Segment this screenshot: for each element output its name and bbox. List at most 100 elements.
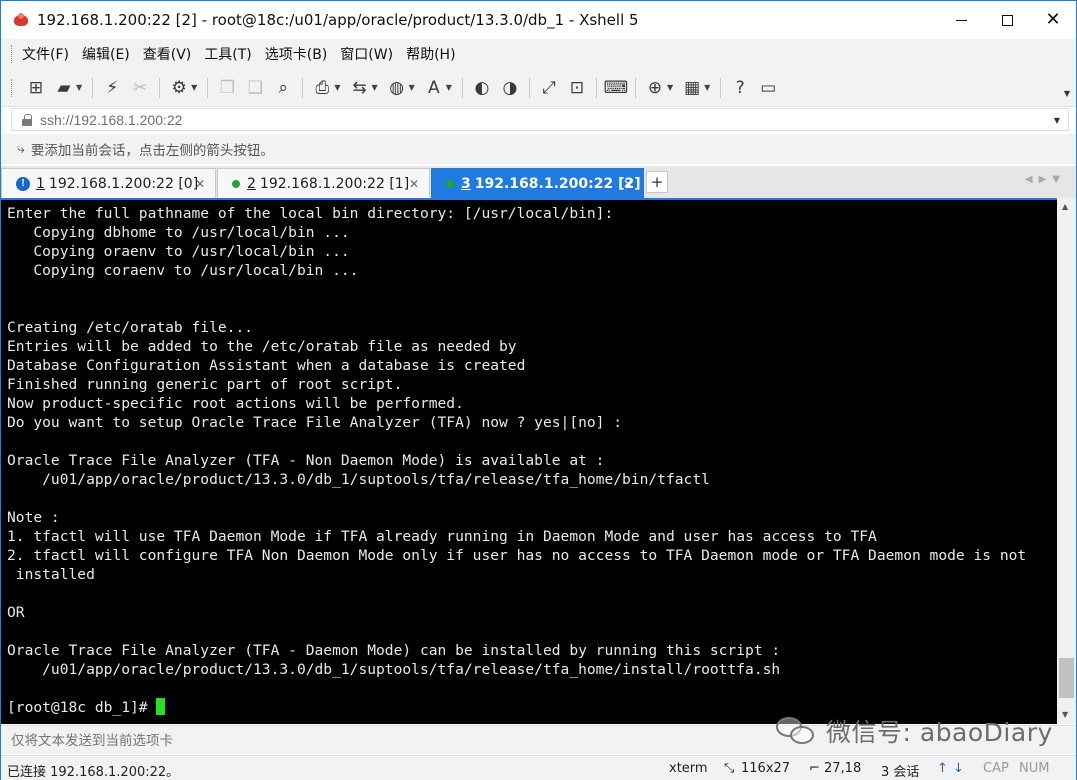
scrollbar-thumb[interactable] [1059, 658, 1074, 698]
arrow-icon[interactable]: ⤷ [17, 141, 25, 157]
open-folder-icon[interactable]: ▰ [53, 77, 75, 99]
terminal-line: /u01/app/oracle/product/13.3.0/db_1/supt… [7, 661, 781, 678]
terminal-line: Oracle Trace File Analyzer (TFA - Daemon… [7, 642, 781, 659]
cursor-position: 27,18 [824, 761, 862, 776]
font-dropdown-icon[interactable]: ▼ [446, 83, 452, 92]
transfer-dropdown-icon[interactable]: ▼ [371, 83, 377, 92]
terminal-line: 2. tfactl will configure TFA Non Daemon … [7, 547, 1027, 564]
menu-grip [11, 45, 14, 63]
close-tab-icon[interactable]: ✕ [409, 177, 419, 191]
xshell-window: 192.168.1.200:22 [2] - root@18c:/u01/app… [0, 0, 1077, 780]
xmanager-icon[interactable]: ◑ [499, 77, 521, 99]
tab-number: 2 [247, 175, 256, 192]
keyboard-icon[interactable]: ⌨ [604, 77, 629, 99]
tab-bar: ! 1 192.168.1.200:22 [0] ✕ 2 192.168.1.2… [1, 166, 1076, 198]
close-button[interactable]: ✕ [1030, 1, 1076, 39]
add-tab-button[interactable]: + [646, 171, 668, 193]
scroll-up-icon[interactable]: ▲ [1062, 202, 1068, 211]
print-icon[interactable]: ⎙ [311, 77, 333, 99]
menu-file[interactable]: 文件(F) [22, 44, 80, 64]
menu-bar: 文件(F) 编辑(E) 查看(V) 工具(T) 选项卡(B) 窗口(W) 帮助(… [1, 39, 1076, 69]
globe-icon[interactable]: ◍ [386, 77, 408, 99]
properties-icon[interactable]: ⚙ [168, 77, 190, 99]
help-icon[interactable]: ? [729, 77, 751, 99]
shell-prompt: [root@18c db_1]# [7, 699, 157, 716]
terminal-scrollbar[interactable]: ▲ ▼ [1057, 198, 1076, 724]
new-tab-icon[interactable]: ⊕ [644, 77, 666, 99]
terminal-line: Now product-specific root actions will b… [7, 395, 464, 412]
print-dropdown-icon[interactable]: ▼ [334, 83, 340, 92]
lock-icon[interactable]: ⊡ [566, 77, 588, 99]
font-icon[interactable]: A [423, 77, 445, 99]
address-dropdown-icon[interactable]: ▼ [1054, 116, 1060, 125]
chat-icon[interactable]: ▭ [757, 77, 779, 99]
properties-dropdown-icon[interactable]: ▼ [191, 83, 197, 92]
transfer-icon[interactable]: ⇆ [348, 77, 370, 99]
reconnect-icon[interactable]: ⚡ [101, 77, 123, 99]
menu-window[interactable]: 窗口(W) [340, 44, 404, 64]
tab-session-1[interactable]: ! 1 192.168.1.200:22 [0] ✕ [1, 168, 216, 198]
address-input[interactable] [40, 111, 1020, 128]
terminal-output[interactable]: Enter the full pathname of the local bin… [1, 198, 1057, 724]
tab-label: 192.168.1.200:22 [0] [48, 175, 199, 192]
disconnect-icon[interactable]: ✂ [129, 77, 151, 99]
terminal-size-icon: ⤡ [724, 761, 735, 776]
terminal-line: Enter the full pathname of the local bin… [7, 205, 614, 222]
tab-session-2[interactable]: 2 192.168.1.200:22 [1] ✕ [217, 168, 430, 198]
toolbar-separator [302, 77, 304, 98]
xshell-logo-icon [13, 12, 29, 28]
minimize-icon [955, 19, 967, 21]
copy-icon[interactable]: ❐ [216, 77, 238, 99]
toolbar-separator [528, 77, 530, 98]
close-tab-icon[interactable]: ✕ [195, 177, 205, 191]
encoding-dropdown-icon[interactable]: ▼ [409, 83, 415, 92]
menu-view[interactable]: 查看(V) [143, 44, 203, 64]
terminal-line: Copying dbhome to /usr/local/bin ... [7, 224, 350, 241]
new-session-icon[interactable]: ⊞ [25, 77, 47, 99]
wechat-bubble-small [790, 726, 814, 744]
menu-tools[interactable]: 工具(T) [204, 44, 262, 64]
upload-arrow-icon: ↑ [937, 761, 948, 776]
xftp-icon[interactable]: ◐ [471, 77, 493, 99]
send-to-tab-input[interactable] [11, 732, 711, 748]
fullscreen-icon[interactable]: ⤢ [538, 77, 560, 99]
terminal-line: Copying oraenv to /usr/local/bin ... [7, 243, 350, 260]
num-lock-indicator: NUM [1019, 761, 1050, 776]
toolbar-overflow-icon[interactable]: ▼ [1064, 89, 1070, 98]
scroll-down-icon[interactable]: ▼ [1062, 710, 1068, 719]
layout-dropdown-icon[interactable]: ▼ [704, 83, 710, 92]
maximize-button[interactable] [984, 1, 1030, 39]
find-icon[interactable]: ⌕ [272, 77, 294, 99]
close-tab-icon[interactable]: ✕ [623, 177, 633, 191]
caps-lock-indicator: CAP [983, 761, 1009, 776]
menu-tabs[interactable]: 选项卡(B) [265, 44, 339, 64]
tab-label: 192.168.1.200:22 [1] [259, 175, 410, 192]
maximize-icon [1001, 14, 1013, 26]
download-arrow-icon: ↓ [953, 761, 964, 776]
layout-icon[interactable]: ▦ [681, 77, 703, 99]
terminal-line: Note : [7, 509, 60, 526]
tab-scroll-arrows-icon[interactable]: ◀▶▼ [1025, 174, 1066, 185]
new-tab-dropdown-icon[interactable]: ▼ [667, 83, 673, 92]
tab-session-3[interactable]: 3 192.168.1.200:22 [2] ✕ [431, 168, 644, 198]
cursor-position-icon: ⌐ [809, 761, 820, 776]
menu-help[interactable]: 帮助(H) [406, 44, 466, 64]
open-dropdown-icon[interactable]: ▼ [76, 83, 82, 92]
menu-edit[interactable]: 编辑(E) [82, 44, 141, 64]
paste-icon[interactable]: ❏ [244, 77, 266, 99]
window-controls: ✕ [938, 1, 1076, 39]
terminal-line: Do you want to setup Oracle Trace File A… [7, 414, 623, 431]
warning-icon: ! [16, 176, 30, 191]
title-bar: 192.168.1.200:22 [2] - root@18c:/u01/app… [1, 1, 1076, 39]
toolbar-separator [595, 77, 597, 98]
tab-number: 3 [461, 175, 471, 192]
terminal-line: Oracle Trace File Analyzer (TFA - Non Da… [7, 452, 605, 469]
terminal-cursor [156, 698, 166, 715]
terminal-type: xterm [669, 761, 708, 776]
minimize-button[interactable] [938, 1, 984, 39]
toolbar-separator [92, 77, 94, 98]
